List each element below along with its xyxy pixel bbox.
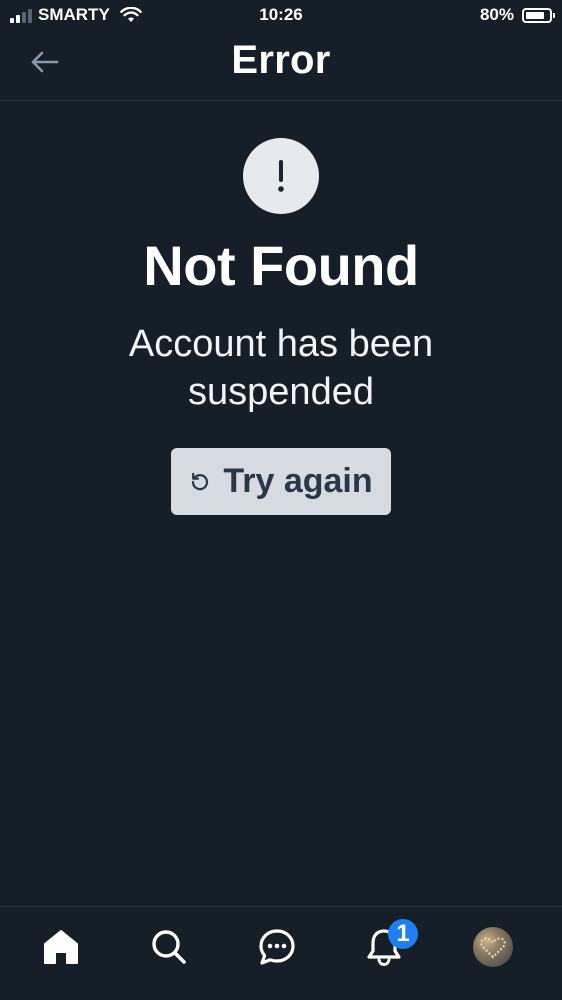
tab-profile[interactable]: [471, 925, 515, 969]
clock: 10:26: [259, 5, 303, 24]
avatar-image: [480, 937, 506, 959]
header: Error: [0, 30, 562, 101]
try-again-button[interactable]: Try again: [171, 448, 391, 515]
alert-badge: [243, 138, 319, 214]
error-panel: Not Found Account has been suspended Try…: [0, 101, 562, 515]
chat-bubble-icon: [259, 929, 295, 965]
tab-notifications[interactable]: 1: [362, 919, 418, 969]
home-icon: [44, 930, 78, 964]
tab-home[interactable]: [39, 925, 83, 969]
status-right: 80%: [479, 5, 555, 25]
battery-icon: [522, 7, 555, 23]
battery-level-fill: [526, 11, 544, 19]
tab-search[interactable]: [147, 925, 191, 969]
page-title: Error: [231, 38, 331, 82]
bottom-tab-bar: 1: [0, 906, 562, 1000]
refresh-icon: [192, 472, 209, 490]
error-message: Account has been suspended: [128, 323, 434, 413]
notification-count-badge: 1: [388, 919, 418, 949]
tab-messages[interactable]: [255, 925, 299, 969]
try-again-label: Try again: [223, 462, 373, 500]
avatar: [473, 927, 513, 967]
search-icon: [152, 930, 186, 964]
battery-percent: 80%: [479, 5, 514, 24]
error-screen: SMARTY 10:26 80% Error Not Found Account…: [0, 0, 562, 1000]
error-title: Not Found: [143, 234, 419, 297]
exclamation-icon: [278, 160, 284, 192]
status-bar: SMARTY 10:26 80%: [0, 0, 562, 30]
